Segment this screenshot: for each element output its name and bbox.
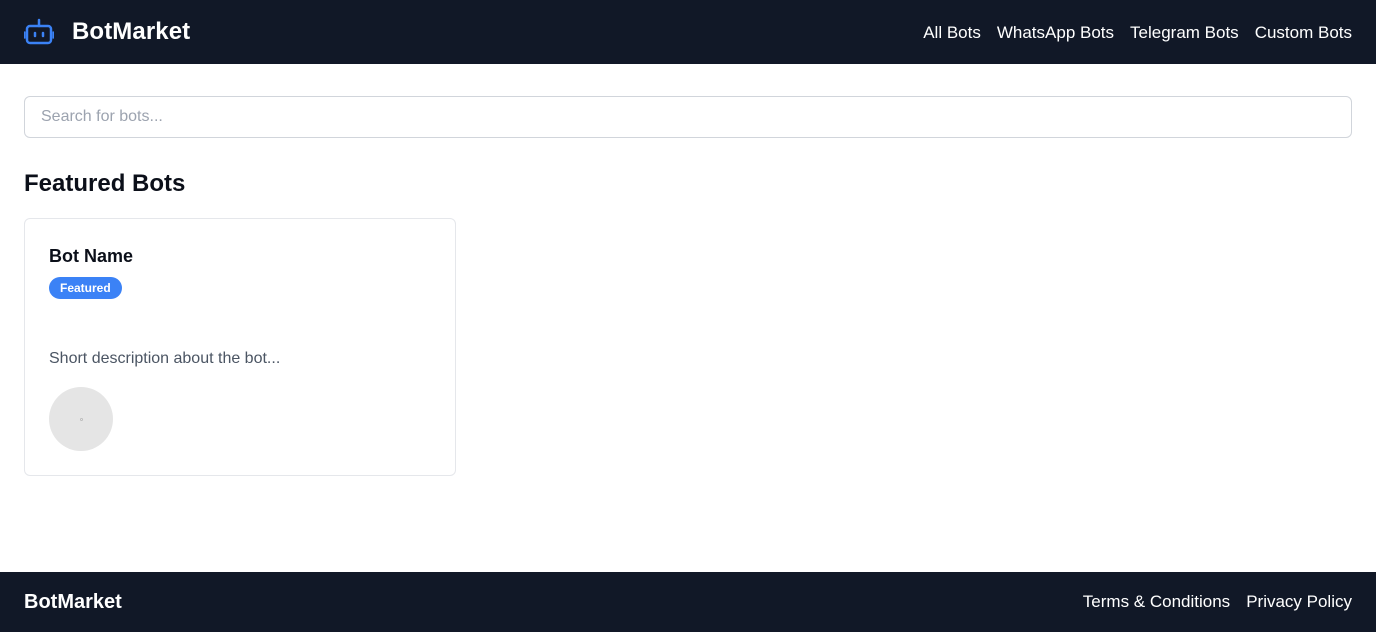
featured-badge: Featured	[49, 277, 122, 299]
footer-links: Terms & Conditions Privacy Policy	[1083, 592, 1352, 612]
footer-link-privacy[interactable]: Privacy Policy	[1246, 592, 1352, 612]
nav-link-whatsapp-bots[interactable]: WhatsApp Bots	[997, 24, 1114, 41]
bot-card-description: Short description about the bot...	[49, 350, 281, 367]
section-title-featured-bots: Featured Bots	[24, 170, 186, 197]
footer-brand-name: BotMarket	[24, 590, 122, 613]
nav-link-all-bots[interactable]: All Bots	[923, 24, 981, 41]
footer-link-terms[interactable]: Terms & Conditions	[1083, 592, 1230, 612]
bot-card-title: Bot Name	[49, 246, 134, 266]
nav-link-custom-bots[interactable]: Custom Bots	[1255, 24, 1352, 41]
top-nav-bar: BotMarket All Bots WhatsApp Bots Telegra…	[0, 0, 1376, 64]
bot-avatar	[49, 387, 113, 451]
brand-name: BotMarket	[72, 18, 191, 45]
search-input[interactable]	[24, 96, 1352, 138]
main-nav: All Bots WhatsApp Bots Telegram Bots Cus…	[923, 24, 1352, 41]
robot-icon	[24, 18, 54, 45]
footer: BotMarket Terms & Conditions Privacy Pol…	[0, 572, 1376, 632]
nav-link-telegram-bots[interactable]: Telegram Bots	[1130, 24, 1239, 41]
brand[interactable]: BotMarket	[24, 17, 190, 47]
bot-card[interactable]: Bot Name Featured Short description abou…	[24, 218, 456, 476]
avatar-placeholder-icon	[79, 417, 83, 421]
search-container	[24, 96, 1352, 138]
page: BotMarket All Bots WhatsApp Bots Telegra…	[0, 0, 1376, 632]
